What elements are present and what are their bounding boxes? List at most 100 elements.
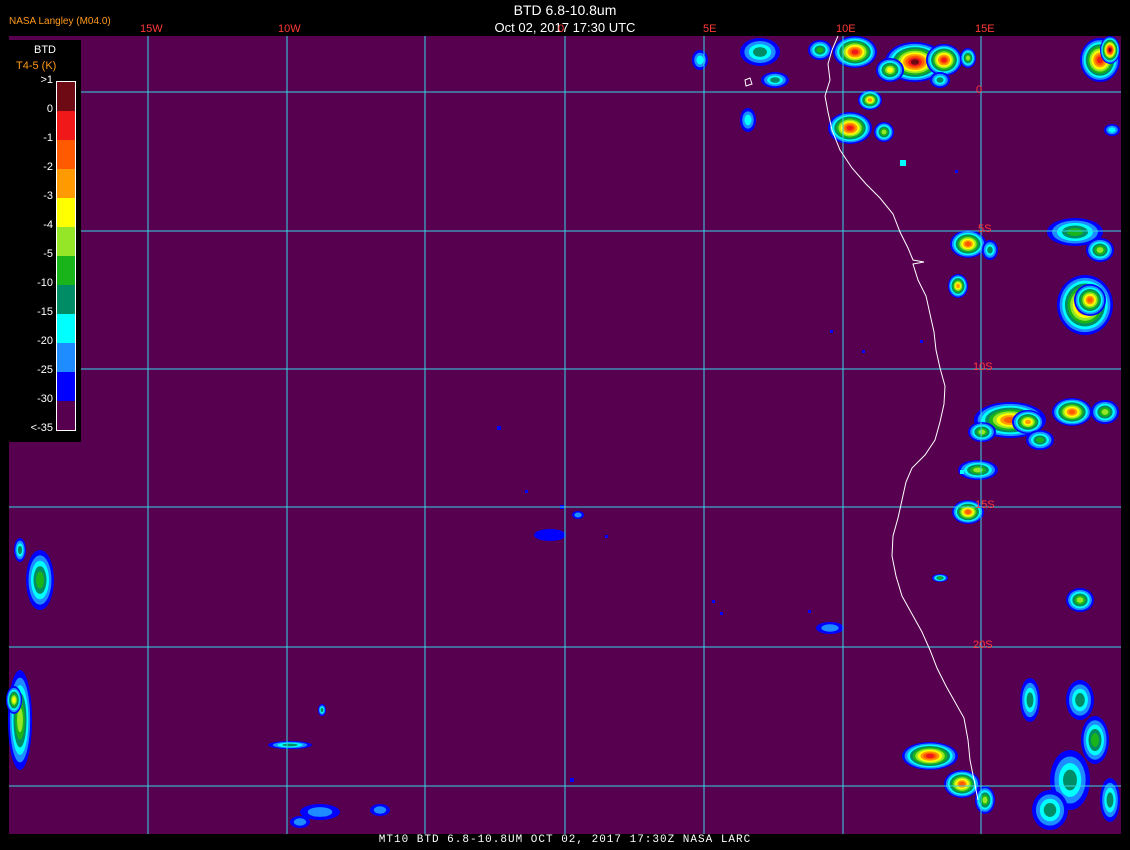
cloud-cell <box>956 283 960 289</box>
lon-label: 15W <box>140 23 163 35</box>
cloud-cell <box>1067 228 1083 236</box>
cloud-speck <box>525 490 528 493</box>
cloud-cell <box>293 818 307 826</box>
legend-swatch <box>57 140 75 169</box>
cloud-cell <box>941 57 947 63</box>
legend-swatch <box>57 227 75 256</box>
cloud-cell <box>1025 419 1031 425</box>
satellite-map[interactable] <box>0 0 1130 850</box>
cloud-cell <box>1026 692 1034 708</box>
cloud-cell <box>846 125 854 131</box>
legend-swatch <box>57 256 75 285</box>
agency-label: NASA Langley (M04.0) <box>9 16 111 27</box>
cloud-cell <box>816 47 824 53</box>
cloud-speck <box>900 160 906 166</box>
cloud-cell <box>987 246 993 254</box>
cloud-speck <box>920 340 923 343</box>
legend-tick-label: -15 <box>37 306 53 318</box>
cloud-cell <box>965 241 971 247</box>
cloud-cell <box>574 512 582 518</box>
cloud-cell <box>696 55 704 65</box>
image-datetime: Oct 02, 2017 17:30 UTC <box>494 20 636 35</box>
legend-swatch <box>57 198 75 227</box>
cloud-cell <box>925 753 935 759</box>
legend-swatch <box>57 372 75 401</box>
cloud-cell <box>282 743 298 747</box>
cloud-cell <box>770 77 780 83</box>
cloud-speck <box>808 610 811 613</box>
cloud-cell <box>982 796 988 804</box>
legend-swatch <box>57 169 75 198</box>
legend-tick-label: >1 <box>40 74 53 86</box>
legend-swatch <box>57 285 75 314</box>
cloud-cell <box>936 77 944 83</box>
legend-units: T4-5 (K) <box>16 60 57 72</box>
lat-label: 5S <box>978 223 992 235</box>
cloud-cell <box>910 59 920 65</box>
cloud-cell <box>373 806 387 814</box>
lon-label: 10E <box>836 23 856 35</box>
cloud-cell <box>1068 409 1076 415</box>
cloud-cell <box>821 624 839 632</box>
image-title: BTD 6.8-10.8um <box>513 2 617 18</box>
cloud-speck <box>605 535 608 538</box>
legend-tick-label: -25 <box>37 364 53 376</box>
cloud-cell <box>1106 792 1114 808</box>
legend-swatch <box>57 314 75 343</box>
cloud-cell <box>1101 409 1109 415</box>
legend-swatch <box>57 401 75 430</box>
cloud-cell <box>320 707 324 713</box>
cloud-cell <box>534 529 566 541</box>
cloud-cell <box>753 47 767 57</box>
legend-tick-label: -10 <box>37 277 53 289</box>
legend-tick-label: -4 <box>43 219 53 231</box>
cloud-cell <box>881 129 887 135</box>
lat-label-equator: 0 <box>976 84 983 96</box>
cloud-speck <box>570 778 574 782</box>
lon-label: 0 <box>558 23 565 35</box>
cloud-speck <box>960 470 964 474</box>
cloud-cell <box>1076 597 1084 603</box>
cloud-cell <box>1043 803 1057 817</box>
cloud-cell <box>1091 733 1099 747</box>
legend-tick-label: -20 <box>37 335 53 347</box>
cloud-cell <box>1108 127 1116 133</box>
cloud-speck <box>862 350 865 353</box>
cloud-cell <box>965 510 971 514</box>
cloud-cell <box>1063 769 1077 791</box>
legend-label: BTD <box>34 44 56 56</box>
cloud-speck <box>712 600 715 603</box>
cloud-cell <box>887 67 893 73</box>
legend-tick-label: -5 <box>43 248 53 260</box>
cloud-cell <box>1036 437 1044 443</box>
lat-label: 10S <box>973 361 993 373</box>
legend-swatch <box>57 343 75 372</box>
legend-tick-label: -3 <box>43 190 53 202</box>
legend-color-bar <box>56 81 76 431</box>
cloud-cell <box>937 576 943 580</box>
cloud-speck <box>720 612 723 615</box>
legend-swatch <box>57 111 75 140</box>
legend-swatch <box>57 82 75 111</box>
cloud-speck <box>955 170 958 173</box>
footer-caption: MT10 BTD 6.8-10.8UM OCT 02, 2017 17:30Z … <box>378 834 752 846</box>
color-legend: BTD T4-5 (K) >1 0 -1 -2 -3 -4 -5 -10 -15 -20 -25 -3… <box>9 40 81 442</box>
legend-tick-label: -2 <box>43 161 53 173</box>
cloud-speck <box>497 426 501 430</box>
legend-tick-label: -1 <box>43 132 53 144</box>
lat-label: 15S <box>975 499 995 511</box>
cloud-cell <box>966 55 970 61</box>
cloud-cell <box>978 429 986 435</box>
cloud-cell <box>851 49 859 55</box>
cloud-cell <box>1075 693 1085 707</box>
cloud-cell <box>1108 48 1112 52</box>
cloud-cell <box>12 697 16 703</box>
legend-tick-label: <-35 <box>30 422 53 434</box>
cloud-cell <box>867 98 873 102</box>
cloud-cell <box>1087 297 1093 303</box>
cloud-cell <box>17 545 23 555</box>
legend-tick-label: 0 <box>46 103 53 115</box>
cloud-cell <box>744 114 752 126</box>
cloud-cell <box>36 571 44 589</box>
legend-tick-label: -30 <box>37 393 53 405</box>
